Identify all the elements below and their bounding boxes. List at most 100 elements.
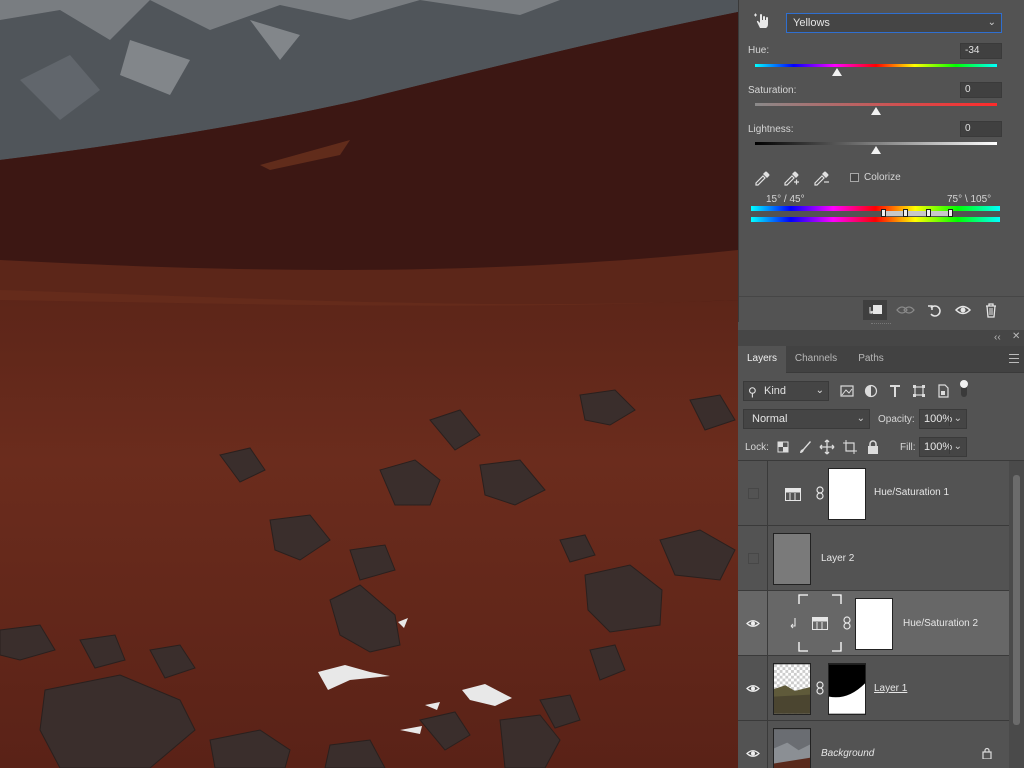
layer-thumbnail[interactable] — [773, 533, 811, 585]
chevron-down-icon: ⌄ — [987, 17, 996, 28]
color-range-selection[interactable] — [883, 211, 951, 216]
document-canvas[interactable] — [0, 0, 738, 768]
layer-mask-thumbnail[interactable] — [828, 663, 866, 715]
filter-kind-value: Kind — [764, 385, 787, 397]
hue-input[interactable]: -34 — [960, 43, 1002, 59]
tab-channels[interactable]: Channels — [786, 346, 846, 373]
range-handle-left-inner[interactable] — [903, 209, 908, 217]
range-handle-right-outer[interactable] — [948, 209, 953, 217]
visibility-toggle[interactable] — [738, 656, 768, 720]
filter-toggle-icon[interactable] — [958, 379, 970, 399]
hue-label: Hue: — [748, 45, 770, 56]
landscape-photo — [0, 0, 738, 768]
layer-row[interactable]: Background — [738, 721, 1009, 768]
visibility-toggle[interactable] — [738, 591, 768, 655]
layer-name[interactable]: Hue/Saturation 2 — [903, 618, 978, 629]
layer-mask-thumbnail[interactable] — [828, 468, 866, 520]
range-right-text: 75° \ 105° — [947, 194, 992, 205]
lock-label: Lock: — [745, 442, 769, 453]
blend-mode-select[interactable]: Normal ⌄ — [743, 409, 870, 429]
range-handle-right-inner[interactable] — [926, 209, 931, 217]
lightness-slider-thumb[interactable] — [871, 146, 881, 154]
colorize-label: Colorize — [864, 172, 901, 183]
colorize-checkbox[interactable] — [850, 173, 859, 182]
input-color-bar — [751, 206, 1000, 211]
shape-layer-filter-icon[interactable] — [911, 383, 927, 399]
channel-select[interactable]: Yellows ⌄ — [786, 13, 1002, 33]
lock-all-icon[interactable] — [865, 439, 881, 455]
hue-slider-thumb[interactable] — [832, 68, 843, 76]
chevron-down-icon: ⌄ — [953, 413, 962, 424]
layers-panel: Layers Channels Paths ⚲ Kind ⌄ Normal ⌄ … — [738, 346, 1024, 768]
adjustment-layer-filter-icon[interactable] — [863, 383, 879, 399]
type-layer-filter-icon[interactable] — [887, 383, 903, 399]
layers-scrollbar[interactable] — [1009, 461, 1024, 768]
layer-row[interactable]: Layer 1 — [738, 656, 1009, 721]
eye-icon — [746, 750, 760, 757]
opacity-value: 100% — [924, 413, 953, 425]
lightness-slider-track[interactable] — [755, 142, 997, 145]
targeted-adjustment-hand-icon[interactable] — [753, 11, 773, 31]
lock-transparent-pixels-icon[interactable] — [775, 439, 791, 455]
trash-icon — [986, 303, 996, 318]
lightness-input[interactable]: 0 — [960, 121, 1002, 137]
reset-button[interactable] — [923, 300, 947, 320]
chevron-down-icon: ⌄ — [953, 441, 962, 452]
collapse-panel-icon[interactable]: ‹‹ — [994, 332, 1001, 343]
toggle-visibility-button[interactable] — [951, 300, 975, 320]
layer-name[interactable]: Layer 1 — [874, 683, 907, 694]
range-left-text: 15° / 45° — [766, 194, 805, 205]
layer-thumbnail[interactable] — [773, 728, 811, 768]
layer-row[interactable]: Layer 2 — [738, 526, 1009, 591]
lock-position-icon[interactable] — [819, 439, 835, 455]
lock-icon — [982, 747, 992, 759]
pixel-layer-filter-icon[interactable] — [839, 383, 855, 399]
layer-name[interactable]: Hue/Saturation 1 — [874, 487, 949, 498]
panel-resize-grip[interactable] — [871, 323, 891, 326]
lightness-label: Lightness: — [748, 124, 794, 135]
opacity-field[interactable]: 100% ⌄ — [919, 409, 967, 429]
layer-row[interactable]: Hue/Saturation 1 — [738, 461, 1009, 526]
panel-menu-icon[interactable] — [1009, 354, 1019, 363]
layer-mask-thumbnail[interactable] — [855, 598, 893, 650]
range-handle-left-outer[interactable] — [881, 209, 886, 217]
lock-image-pixels-icon[interactable] — [797, 439, 813, 455]
saturation-input[interactable]: 0 — [960, 82, 1002, 98]
close-icon[interactable]: ✕ — [1012, 331, 1020, 342]
visibility-toggle[interactable] — [738, 526, 768, 590]
tab-layers[interactable]: Layers — [738, 346, 786, 374]
scrollbar-thumb[interactable] — [1013, 475, 1020, 725]
chevron-down-icon: ⌄ — [856, 413, 865, 424]
properties-panel: Yellows ⌄ Hue: -34 Saturation: 0 Lightne… — [738, 0, 1024, 324]
eyedropper-minus-icon[interactable] — [812, 170, 830, 188]
hue-saturation-adjustment-icon — [785, 488, 801, 501]
chain-link-icon[interactable] — [843, 616, 851, 630]
layer-row-selected[interactable]: Hue/Saturation 2 — [738, 591, 1009, 656]
eye-previous-icon — [896, 306, 915, 314]
hue-saturation-adjustment-icon — [812, 617, 828, 630]
layer-thumbnail[interactable] — [773, 663, 811, 715]
visibility-toggle[interactable] — [738, 721, 768, 768]
saturation-slider-thumb[interactable] — [871, 107, 881, 115]
eyedropper-icon[interactable] — [753, 170, 771, 188]
lock-artboard-icon[interactable] — [842, 439, 858, 455]
tab-paths[interactable]: Paths — [846, 346, 896, 373]
layer-name[interactable]: Layer 2 — [821, 553, 854, 564]
chain-link-icon[interactable] — [816, 681, 824, 695]
chain-link-icon[interactable] — [816, 486, 824, 500]
hue-slider-track[interactable] — [755, 64, 997, 67]
smart-object-filter-icon[interactable] — [935, 383, 951, 399]
filter-kind-select[interactable]: ⚲ Kind ⌄ — [743, 381, 829, 401]
opacity-label: Opacity: — [878, 414, 915, 425]
clip-to-layer-button[interactable] — [863, 300, 887, 320]
channel-select-value: Yellows — [793, 17, 830, 29]
saturation-slider-track[interactable] — [755, 103, 997, 106]
layer-name[interactable]: Background — [821, 748, 874, 759]
eyedropper-plus-icon[interactable] — [782, 170, 800, 188]
delete-adjustment-button[interactable] — [979, 300, 1003, 320]
visibility-toggle[interactable] — [738, 461, 768, 525]
fill-field[interactable]: 100% ⌄ — [919, 437, 967, 457]
view-previous-button[interactable] — [893, 300, 917, 320]
chevron-down-icon: ⌄ — [815, 385, 824, 396]
visibility-off-box — [748, 553, 759, 564]
